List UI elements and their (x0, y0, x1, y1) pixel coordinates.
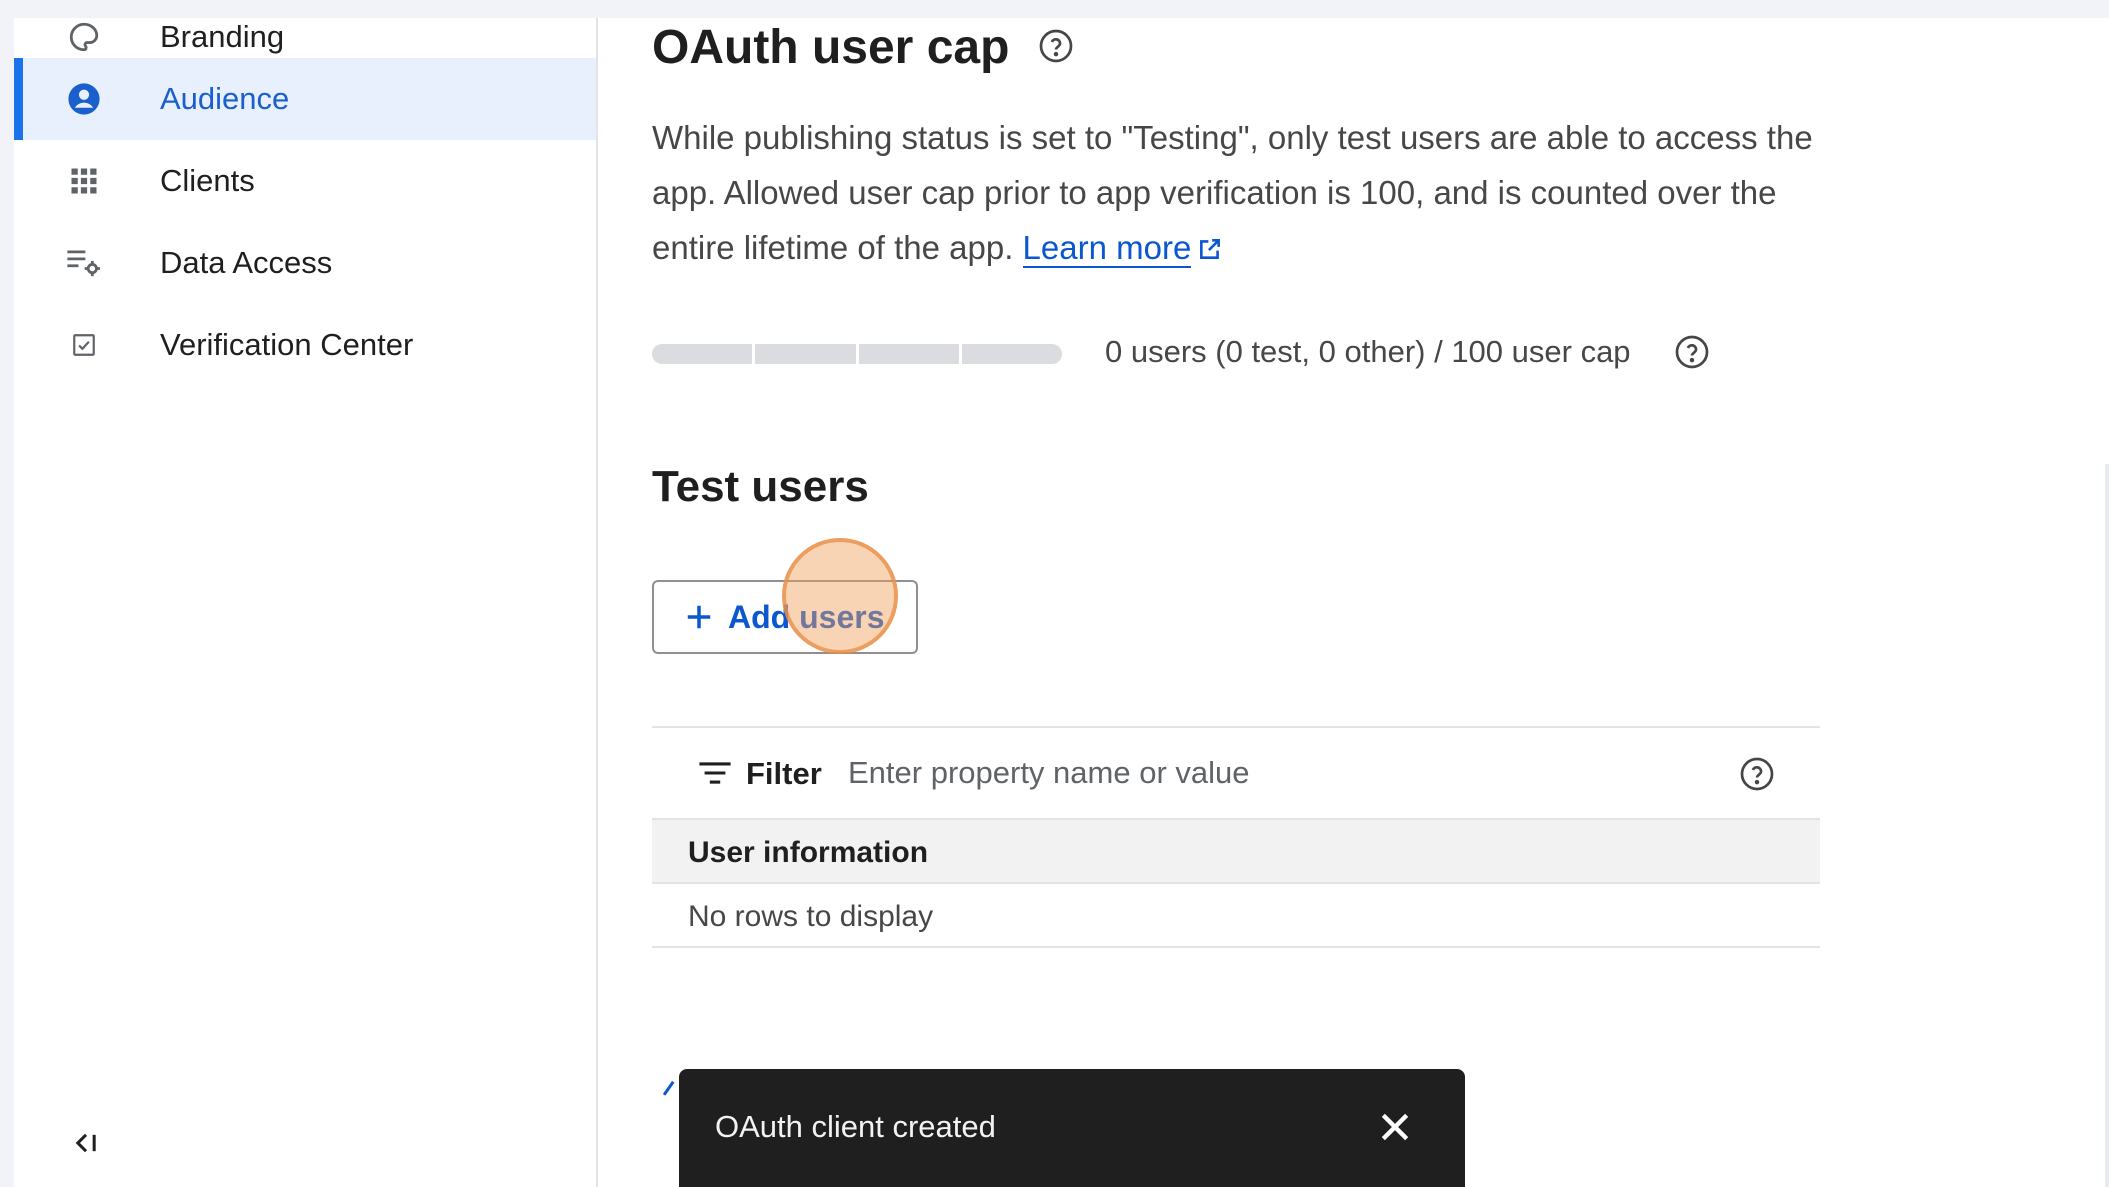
progress-segment (652, 344, 753, 364)
sidebar-item-audience[interactable]: Audience (14, 58, 596, 140)
learn-more-link[interactable]: Learn more (1022, 229, 1192, 268)
user-cap-progress-bar (652, 344, 1062, 364)
help-icon[interactable] (1038, 28, 1074, 64)
main-content: OAuth user cap While publishing status i… (598, 18, 2109, 1187)
sidebar: Branding Audience Clients Data Access Ve… (14, 18, 598, 1187)
user-cap-count: 0 users (0 test, 0 other) / 100 user cap (1105, 334, 1631, 369)
account-circle-icon (66, 81, 102, 117)
sidebar-item-data-access[interactable]: Data Access (14, 222, 596, 304)
close-toast-button[interactable] (1375, 1107, 1415, 1147)
table-header-row: User information (652, 820, 1820, 884)
test-users-title: Test users (652, 462, 869, 511)
sidebar-item-label: Clients (160, 163, 255, 198)
page-title: OAuth user cap (652, 21, 1010, 74)
sidebar-item-label: Audience (160, 81, 290, 116)
sidebar-item-verification-center[interactable]: Verification Center (14, 304, 596, 386)
test-users-table: Filter User information No rows to displ… (652, 726, 1820, 948)
collapse-sidebar-button[interactable] (66, 1125, 106, 1165)
filter-label: Filter (746, 756, 822, 791)
collapse-sidebar-icon (72, 1130, 100, 1161)
empty-state-text: No rows to display (688, 900, 934, 933)
apps-grid-icon (66, 163, 102, 199)
toast-message: OAuth client created (715, 1109, 996, 1144)
app-frame: Branding Audience Clients Data Access Ve… (14, 18, 2109, 1187)
table-empty-row: No rows to display (652, 884, 1820, 948)
click-indicator (782, 538, 898, 654)
column-header-user-information[interactable]: User information (688, 836, 928, 870)
filter-bar: Filter (652, 728, 1820, 820)
sidebar-item-label: Branding (160, 19, 285, 54)
palette-icon (66, 19, 102, 55)
snackbar-toast: OAuth client created (679, 1069, 1465, 1187)
progress-segment (858, 344, 959, 364)
help-icon[interactable] (1739, 756, 1775, 792)
filter-icon (698, 760, 732, 791)
progress-segment (961, 344, 1062, 364)
filter-input[interactable] (848, 748, 1648, 798)
checkbox-icon (66, 327, 102, 363)
sidebar-item-label: Data Access (160, 245, 333, 280)
sidebar-item-clients[interactable]: Clients (14, 140, 596, 222)
scrollbar[interactable] (2105, 464, 2109, 1187)
user-cap-description: While publishing status is set to "Testi… (652, 110, 1852, 278)
help-icon[interactable] (1674, 334, 1710, 370)
open-in-new-icon (1197, 223, 1223, 278)
progress-segment (755, 344, 856, 364)
data-settings-icon (66, 245, 102, 281)
learn-more-label: Learn more (1022, 229, 1192, 266)
close-icon (1381, 1113, 1409, 1141)
description-text: While publishing status is set to "Testi… (652, 119, 1813, 266)
plus-icon (687, 605, 711, 629)
sidebar-item-label: Verification Center (160, 327, 414, 362)
